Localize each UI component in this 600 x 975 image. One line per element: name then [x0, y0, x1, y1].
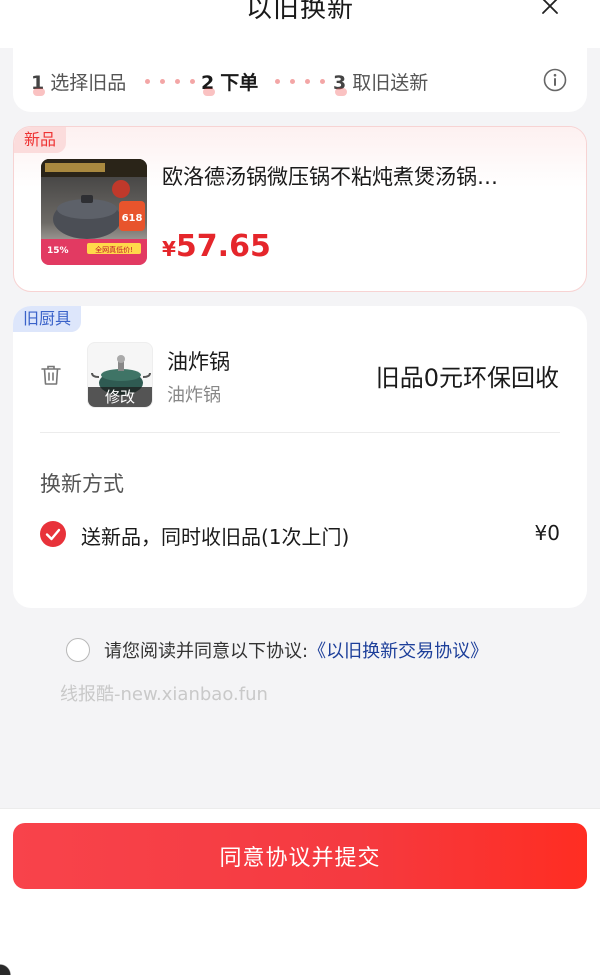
page-title: 以旧换新: [245, 0, 354, 24]
step-label: 选择旧品: [50, 72, 127, 94]
old-item-tag: 旧厨具: [13, 306, 82, 332]
product-title[interactable]: 欧洛德汤锅微压锅不粘炖煮煲汤锅…: [162, 161, 542, 191]
price-currency: ¥: [162, 237, 176, 261]
old-item-card: 旧厨具 修改 油炸锅 油炸锅 旧品0元环保回收 换新方式 送新品，同时收旧品(1…: [13, 306, 587, 608]
edit-label[interactable]: 修改: [88, 387, 152, 407]
step-label: 下单: [220, 72, 259, 94]
agreement-radio[interactable]: [66, 638, 90, 662]
method-option[interactable]: 送新品，同时收旧品(1次上门): [81, 521, 349, 550]
divider: [40, 432, 560, 433]
agreement-link[interactable]: 《以旧换新交易协议》: [308, 641, 488, 662]
step-number: 2: [201, 72, 215, 94]
old-item-name: 油炸锅: [167, 350, 230, 374]
checkmark-icon[interactable]: [40, 521, 66, 547]
info-icon[interactable]: [543, 68, 567, 92]
trash-icon[interactable]: [38, 362, 64, 388]
old-item-image[interactable]: 修改: [87, 342, 153, 408]
step-dots: [145, 79, 195, 84]
old-item-subtitle: 油炸锅: [167, 385, 221, 406]
product-price: ¥57.65: [162, 229, 271, 264]
step-1: 1 选择旧品: [31, 68, 126, 95]
submit-button[interactable]: 同意协议并提交: [13, 823, 587, 889]
method-title: 换新方式: [40, 472, 124, 496]
step-label: 取旧送新: [352, 72, 429, 94]
step-3: 3 取旧送新: [333, 68, 428, 95]
method-price: ¥0: [534, 521, 560, 545]
step-number: 3: [333, 72, 347, 94]
old-item-value: 旧品0元环保回收: [375, 364, 559, 392]
step-2: 2 下单: [201, 68, 258, 95]
watermark: 线报酷-new.xianbao.fun: [60, 684, 268, 705]
sale-badge-text: 618: [122, 213, 143, 224]
agreement-text: 请您阅读并同意以下协议:《以旧换新交易协议》: [104, 637, 488, 663]
progress-steps: 1 选择旧品 2 下单 3 取旧送新: [13, 48, 587, 112]
new-product-card[interactable]: 新品 618 15% 全网真低价! 欧洛德汤锅微压锅不粘炖煮煲汤锅… ¥57.6…: [13, 126, 587, 292]
agreement-label: 请您阅读并同意以下协议:: [104, 641, 309, 662]
product-image: 618 15% 全网真低价!: [41, 159, 147, 265]
new-product-tag: 新品: [14, 127, 67, 153]
close-icon[interactable]: [538, 0, 562, 18]
promo-text: 全网真低价!: [95, 245, 133, 254]
bottom-bar: 同意协议并提交: [0, 808, 600, 975]
price-value: 57.65: [175, 229, 271, 264]
step-dots: [275, 79, 325, 84]
corner-shade: [0, 935, 40, 975]
discount-text: 15%: [47, 246, 69, 256]
step-number: 1: [31, 72, 45, 94]
header: 以旧换新: [0, 0, 600, 48]
